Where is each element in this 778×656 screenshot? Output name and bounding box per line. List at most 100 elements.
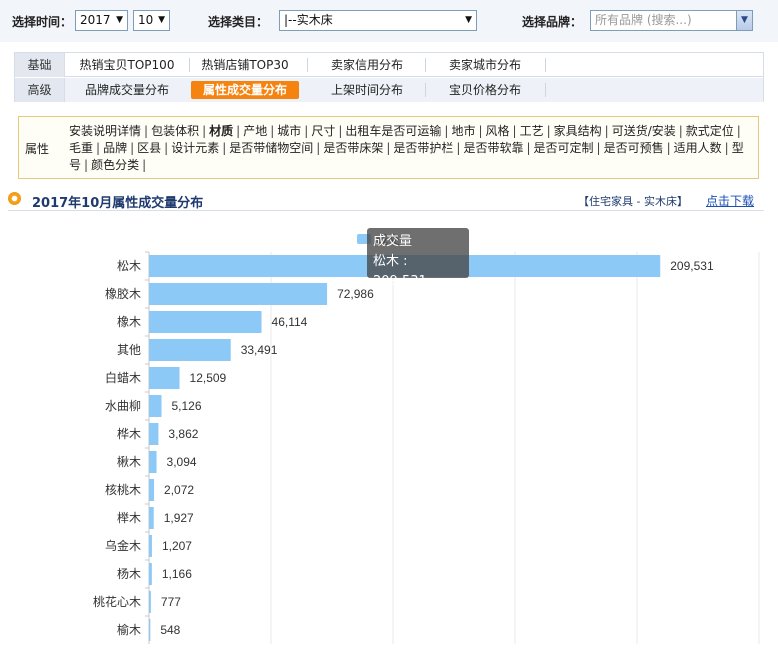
separator: | [444,124,449,138]
bar[interactable] [149,395,162,417]
category-label: 核桃木 [105,482,141,497]
separator: | [96,141,101,155]
data-label: 33,491 [241,343,278,357]
attribute-link[interactable]: 颜色分类 [91,158,139,172]
attribute-link[interactable]: 包装体积 [151,124,199,138]
bar[interactable] [149,591,151,613]
attribute-link[interactable]: 安装说明详情 [69,124,141,138]
year-select[interactable]: 2017 ▼ [75,10,128,31]
category-label: 桃花心木 [93,594,141,609]
category-value: |--实木床 [284,13,333,27]
separator: | [130,141,135,155]
bar[interactable] [149,619,151,641]
data-label: 1,927 [164,511,194,525]
bar[interactable] [149,535,152,557]
category-label: 楸木 [117,454,141,469]
attribute-link[interactable]: 款式定位 [686,124,734,138]
attribute-link[interactable]: 风格 [486,124,510,138]
data-label: 3,862 [168,427,198,441]
attribute-link[interactable]: 是否带护栏 [393,141,453,155]
attribute-link[interactable]: 区县 [137,141,161,155]
data-label: 2,072 [164,483,194,497]
attribute-link[interactable]: 设计元素 [171,141,219,155]
dropdown-button-icon[interactable]: ▼ [736,10,753,31]
data-label: 5,126 [172,399,202,413]
tab-attribute-volume[interactable]: 属性成交量分布 [191,81,299,99]
attribute-link[interactable]: 出租车是否可运输 [345,124,441,138]
tab-seller-city[interactable]: 卖家城市分布 [437,56,533,74]
brand-placeholder: 所有品牌 (搜索...) [595,13,692,27]
separator: | [144,124,149,138]
attribute-link[interactable]: 是否可定制 [534,141,594,155]
separator: | [666,141,671,155]
tab-divider [545,83,546,97]
bar[interactable] [149,339,231,361]
tab-row-basic: 基础 热销宝贝TOP100 热销店铺TOP30 卖家信用分布 卖家城市分布 [15,53,763,77]
separator: | [338,124,343,138]
attribute-link[interactable]: 适用人数 [674,141,722,155]
tab-row-advanced: 高级 品牌成交量分布 属性成交量分布 上架时间分布 宝贝价格分布 [15,78,763,102]
category-label: 水曲柳 [105,399,141,413]
tab-listing-time[interactable]: 上架时间分布 [319,81,415,99]
bar[interactable] [149,507,154,529]
bar[interactable] [149,367,180,389]
separator: | [596,141,601,155]
section-title: 2017年10月属性成交量分布 [32,196,204,211]
attribute-link[interactable]: 家具结构 [554,124,602,138]
bar[interactable] [149,311,262,333]
attribute-link[interactable]: 品牌 [103,141,127,155]
attribute-link[interactable]: 城市 [277,124,301,138]
chevron-down-icon: ▼ [465,15,472,25]
section-divider [8,210,764,211]
attribute-link[interactable]: 是否带床架 [323,141,383,155]
separator: | [546,124,551,138]
tab-hot-items-top100[interactable]: 热销宝贝TOP100 [77,56,177,74]
tab-divider [425,83,426,97]
separator: | [526,141,531,155]
tab-divider [425,58,426,72]
category-select[interactable]: |--实木床 ▼ [279,10,477,31]
tab-divider [189,58,190,72]
attribute-link[interactable]: 是否带储物空间 [229,141,313,155]
separator: | [678,124,683,138]
category-label: 其他 [117,343,141,357]
data-label: 777 [161,595,181,609]
time-label: 选择时间： [12,15,73,29]
separator: | [84,158,89,172]
separator: | [270,124,275,138]
attribute-link[interactable]: 工艺 [520,124,544,138]
section-bullet-icon [8,192,21,205]
separator: | [222,141,227,155]
tab-hot-shops-top30[interactable]: 热销店铺TOP30 [195,56,295,74]
download-link[interactable]: 点击下载 [706,192,754,209]
attribute-link[interactable]: 材质 [209,124,233,138]
attribute-link[interactable]: 尺寸 [311,124,335,138]
attribute-link[interactable]: 是否带软靠 [463,141,523,155]
bar[interactable] [149,563,152,585]
attribute-link[interactable]: 可送货/安装 [612,124,676,138]
data-label: 1,166 [162,567,192,581]
attribute-filter-box: 属性 安装说明详情 | 包装体积 | 材质 | 产地 | 城市 | 尺寸 | 出租车是否可运输 | 地市 | 风… [18,116,759,179]
separator: | [386,141,391,155]
bar[interactable] [149,479,155,501]
attribute-link[interactable]: 地市 [451,124,475,138]
month-select[interactable]: 10 ▼ [133,10,170,31]
bar[interactable] [149,451,157,473]
bar[interactable] [149,283,328,305]
attribute-link[interactable]: 毛重 [69,141,93,155]
attribute-label: 属性 [25,142,50,156]
filter-bar: 选择时间： 2017 ▼ 10 ▼ 选择类目： |--实木床 ▼ 选择品牌： 所… [0,0,778,42]
tooltip-series: 成交量 [373,234,413,249]
data-label: 12,509 [190,371,227,385]
tab-seller-credit[interactable]: 卖家信用分布 [319,56,415,74]
tab-brand-volume[interactable]: 品牌成交量分布 [77,81,177,99]
bar[interactable] [149,423,159,445]
data-label: 72,986 [337,287,374,301]
data-label: 1,207 [162,539,192,553]
category-label: 松木 [117,259,141,273]
brand-search-combo[interactable]: 所有品牌 (搜索...) ▼ [590,10,753,31]
separator: | [236,124,241,138]
tab-price-distribution[interactable]: 宝贝价格分布 [437,81,533,99]
attribute-link[interactable]: 产地 [243,124,267,138]
attribute-link[interactable]: 是否可预售 [604,141,664,155]
